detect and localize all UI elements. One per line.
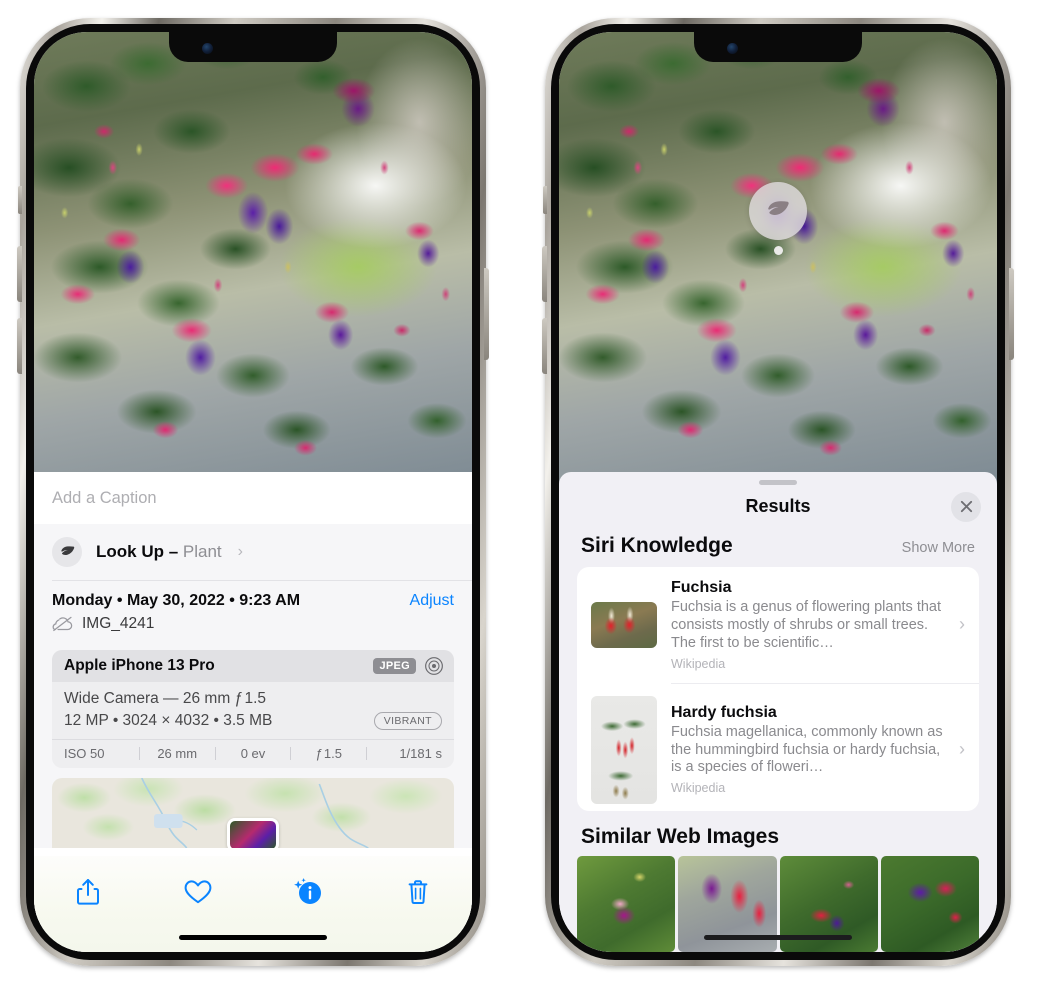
results-header: Results: [559, 485, 997, 528]
leaf-icon: [52, 537, 82, 567]
list-item[interactable]: Fuchsia Fuchsia is a genus of flowering …: [577, 567, 979, 682]
volume-up-button[interactable]: [542, 246, 547, 302]
format-badge: JPEG: [373, 658, 416, 674]
notch: [694, 32, 862, 62]
result-source: Wikipedia: [671, 656, 726, 671]
siri-knowledge-card: Fuchsia Fuchsia is a genus of flowering …: [577, 567, 979, 811]
home-indicator[interactable]: [704, 935, 852, 940]
photo-buds: [34, 32, 472, 484]
section-title: Similar Web Images: [581, 825, 780, 848]
look-up-dash: –: [164, 542, 183, 561]
metadata-top-row: Monday • May 30, 2022 • 9:23 AM Adjust: [52, 592, 454, 610]
look-up-title: Look Up: [96, 542, 164, 561]
result-body: Fuchsia Fuchsia is a genus of flowering …: [671, 579, 945, 670]
location-map-card[interactable]: [52, 778, 454, 848]
lens-info: Wide Camera — 26 mm ƒ 1.5: [64, 690, 266, 707]
exif-aperture: ƒ 1.5: [315, 746, 342, 761]
photo-viewer[interactable]: [559, 32, 997, 484]
result-title: Hardy fuchsia: [671, 703, 777, 721]
siri-knowledge-header: Siri Knowledge Show More: [559, 528, 997, 567]
photo-info-sheet: ✦ ✦ Look Up – Plant ›: [34, 472, 472, 952]
exif-exposure: 0 ev: [240, 746, 266, 761]
front-camera-icon: [727, 43, 738, 54]
caption-input[interactable]: [52, 488, 454, 508]
chevron-right-icon: ›: [237, 543, 243, 560]
look-up-row[interactable]: ✦ ✦ Look Up – Plant ›: [34, 516, 472, 580]
info-button[interactable]: [288, 872, 328, 912]
aperture-icon: [424, 656, 444, 676]
section-title: Siri Knowledge: [581, 534, 733, 558]
results-sheet: Results Siri Knowledge Show More Fuchsia…: [559, 472, 997, 952]
power-button[interactable]: [1009, 268, 1014, 360]
leaf-icon[interactable]: [749, 182, 807, 240]
power-button[interactable]: [484, 268, 489, 360]
delete-button[interactable]: [398, 872, 438, 912]
show-more-button[interactable]: Show More: [902, 540, 975, 556]
camera-header-right: JPEG: [373, 656, 444, 676]
visual-look-up-badge[interactable]: [749, 182, 807, 255]
left-phone-device: ✦ ✦ Look Up – Plant ›: [17, 18, 489, 966]
camera-model: Apple iPhone 13 Pro: [64, 657, 215, 674]
exif-focal: 26 mm: [157, 746, 198, 761]
page-title: Results: [745, 496, 811, 516]
result-thumbnail: [591, 601, 657, 648]
photo-metadata: Monday • May 30, 2022 • 9:23 AM Adjust I…: [34, 581, 472, 642]
chevron-right-icon: ›: [959, 614, 965, 635]
volume-up-button[interactable]: [17, 246, 22, 302]
cloud-slash-icon: [52, 616, 74, 632]
similar-web-images-header: Similar Web Images: [559, 811, 997, 856]
volume-down-button[interactable]: [542, 318, 547, 374]
photo-viewer[interactable]: [34, 32, 472, 484]
photographic-style-badge: VIBRANT: [373, 712, 442, 730]
result-description: Fuchsia magellanica, commonly known as t…: [671, 723, 943, 776]
chevron-right-icon: ›: [959, 739, 965, 760]
mute-switch[interactable]: [18, 186, 22, 214]
notch: [169, 32, 337, 62]
look-up-label: Look Up – Plant: [96, 542, 222, 562]
capture-date: Monday • May 30, 2022 • 9:23 AM: [52, 592, 301, 609]
home-indicator[interactable]: [179, 935, 327, 940]
metadata-file-row: IMG_4241: [52, 615, 454, 633]
caption-row[interactable]: [34, 472, 472, 524]
right-phone-screen: Results Siri Knowledge Show More Fuchsia…: [559, 32, 997, 952]
exif-shutter: 1/181 s: [399, 746, 442, 761]
camera-specs-row: 12 MP • 3024 × 4032 • 3.5 MB VIBRANT: [64, 712, 442, 730]
right-phone-device: Results Siri Knowledge Show More Fuchsia…: [542, 18, 1014, 966]
file-name: IMG_4241: [82, 615, 155, 632]
lookup-group: ✦ ✦ Look Up – Plant ›: [34, 516, 472, 848]
list-item[interactable]: Hardy fuchsia Fuchsia magellanica, commo…: [577, 684, 979, 811]
close-icon[interactable]: [951, 491, 981, 522]
front-camera-icon: [202, 43, 213, 54]
exif-row: ISO 50 26 mm 0 ev ƒ 1.5 1/181 s: [52, 739, 454, 768]
camera-info-card: Apple iPhone 13 Pro JPEG Wide Camera — 2…: [52, 650, 454, 768]
exif-iso: ISO 50: [64, 746, 105, 761]
image-specs: 12 MP • 3024 × 4032 • 3.5 MB: [64, 712, 273, 729]
share-button[interactable]: [68, 872, 108, 912]
badge-anchor-dot: [773, 246, 783, 255]
camera-card-body: Wide Camera — 26 mm ƒ 1.5 12 MP • 3024 ×…: [52, 682, 454, 739]
volume-down-button[interactable]: [17, 318, 22, 374]
adjust-button[interactable]: Adjust: [410, 592, 454, 610]
photo-buds: [559, 32, 997, 484]
web-image-4[interactable]: [880, 856, 979, 952]
result-body: Hardy fuchsia Fuchsia magellanica, commo…: [671, 704, 945, 795]
look-up-subject: Plant: [182, 542, 222, 561]
result-thumbnail: [591, 695, 657, 804]
screenshot-canvas: ✦ ✦ Look Up – Plant ›: [0, 0, 1055, 985]
map-photo-marker[interactable]: [227, 818, 279, 848]
camera-card-header: Apple iPhone 13 Pro JPEG: [52, 650, 454, 682]
mute-switch[interactable]: [543, 186, 547, 214]
favorite-button[interactable]: [178, 872, 218, 912]
result-title: Fuchsia: [671, 579, 732, 597]
result-description: Fuchsia is a genus of flowering plants t…: [671, 599, 942, 651]
left-phone-screen: ✦ ✦ Look Up – Plant ›: [34, 32, 472, 952]
web-image-1[interactable]: [577, 856, 676, 952]
result-source: Wikipedia: [671, 781, 726, 796]
